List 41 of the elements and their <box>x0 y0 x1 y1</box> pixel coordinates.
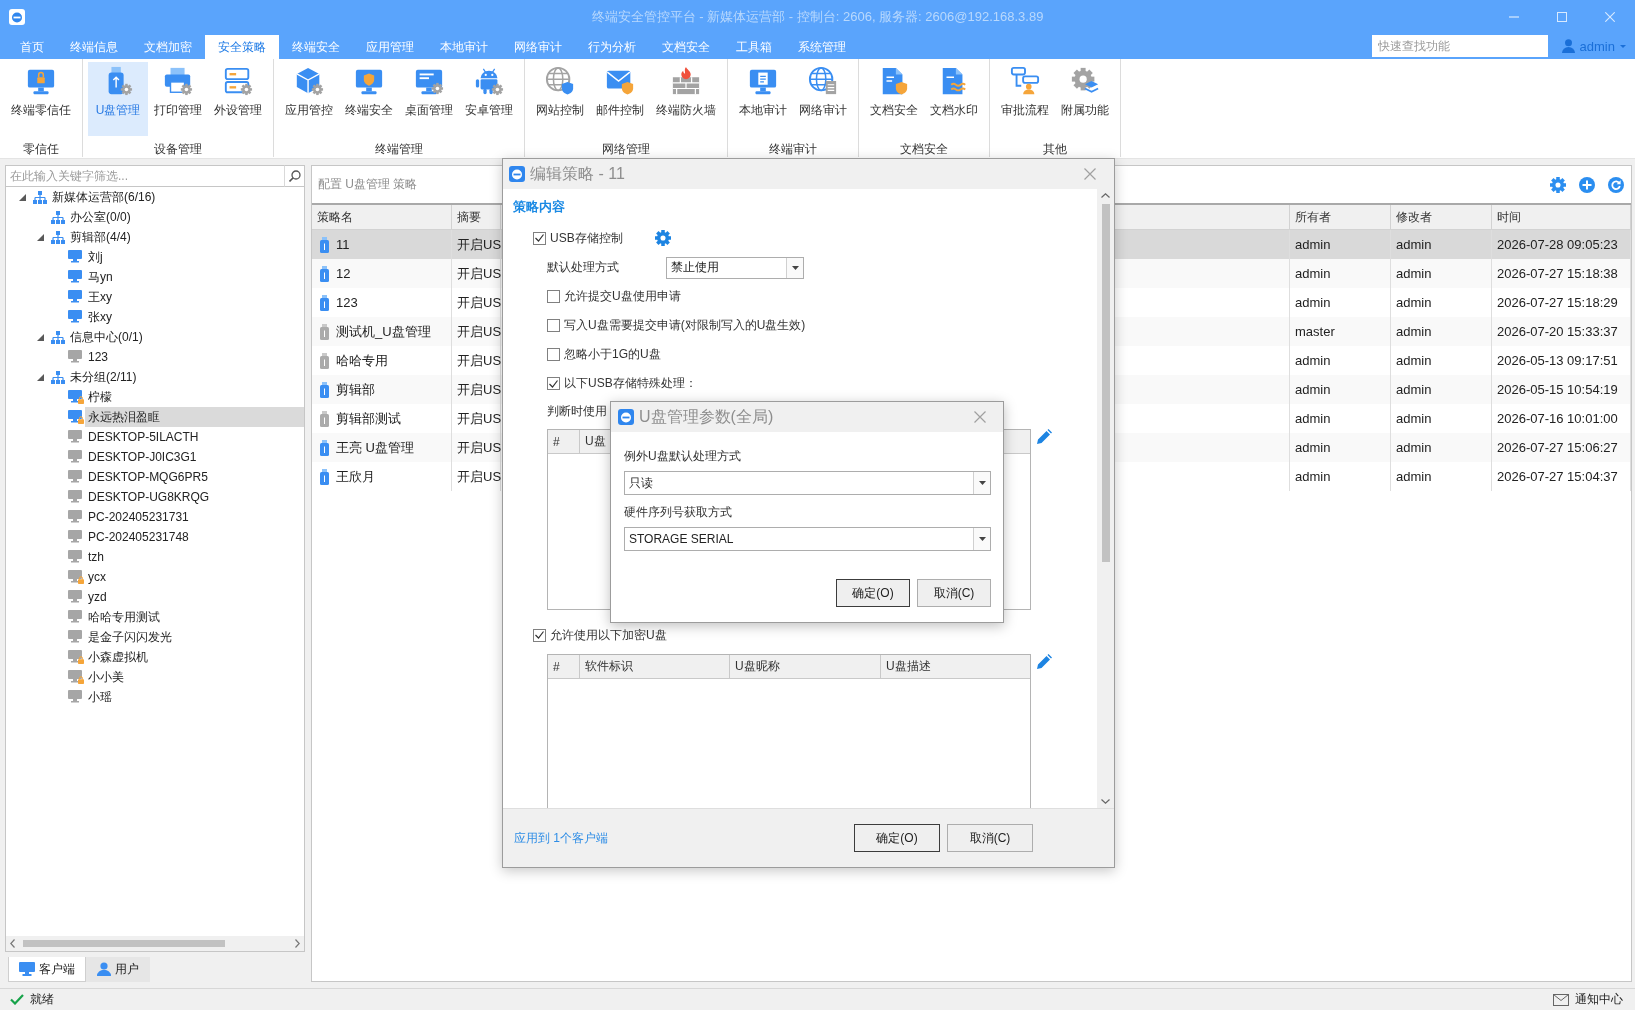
panel-title: 配置 U盘管理 策略 <box>318 176 418 193</box>
table-cell: 123 <box>336 295 358 310</box>
field-label: 例外U盘默认处理方式 <box>624 448 741 464</box>
dialog-title: 编辑策略 - 11 <box>530 163 625 184</box>
table-cell: 王欣月 <box>336 467 375 486</box>
column-header: 所有者 <box>1290 205 1391 229</box>
ribbon-group-label: 终端审计 <box>769 141 817 157</box>
ribbon-group-label: 网络管理 <box>602 141 650 157</box>
ribbon-group-label: 零信任 <box>23 141 59 157</box>
column-header: U盘昵称 <box>730 655 881 678</box>
table-cell: admin <box>1391 462 1492 491</box>
ribbon-group-label: 设备管理 <box>154 141 202 157</box>
table-cell: 2026-07-27 15:04:37 <box>1492 462 1631 491</box>
column-header: 时间 <box>1492 205 1631 229</box>
table-cell: 测试机_U盘管理 <box>336 322 431 341</box>
ribbon-group-label: 终端管理 <box>375 141 423 157</box>
ribbon-group-label: 其他 <box>1043 141 1067 157</box>
table-cell: admin <box>1290 462 1391 491</box>
column-header: 修改者 <box>1391 205 1492 229</box>
field-label: 判断时使用 <box>547 402 607 420</box>
window-title: 终端安全管控平台 - 新媒体运营部 - 控制台: 2606, 服务器: 2606@192.168.3.89 <box>591 7 1044 26</box>
column-header: 策略名 <box>312 205 452 229</box>
status-text: 就绪 <box>30 991 54 1008</box>
column-header: U盘 <box>584 433 607 450</box>
table-cell: 11 <box>336 237 350 252</box>
column-header: # <box>548 655 580 678</box>
field-label: 硬件序列号获取方式 <box>624 504 732 520</box>
ribbon-group-label: 文档安全 <box>900 141 948 157</box>
column-header: 软件标识 <box>580 655 730 678</box>
column-header: # <box>548 430 580 453</box>
section-heading: 策略内容 <box>513 198 565 216</box>
table-cell: 王亮 U盘管理 <box>336 438 414 457</box>
table-cell: 开启US <box>452 462 501 491</box>
column-header: U盘描述 <box>885 658 932 675</box>
field-label: 默认处理方式 <box>547 259 619 276</box>
table-cell: 12 <box>336 266 351 281</box>
table-cell: 剪辑部 <box>336 380 375 399</box>
dialog-title: U盘管理参数(全局) <box>639 406 774 427</box>
column-header: 摘要 <box>452 205 501 229</box>
table-cell: 哈哈专用 <box>336 351 388 370</box>
table-cell: 剪辑部测试 <box>336 409 401 428</box>
